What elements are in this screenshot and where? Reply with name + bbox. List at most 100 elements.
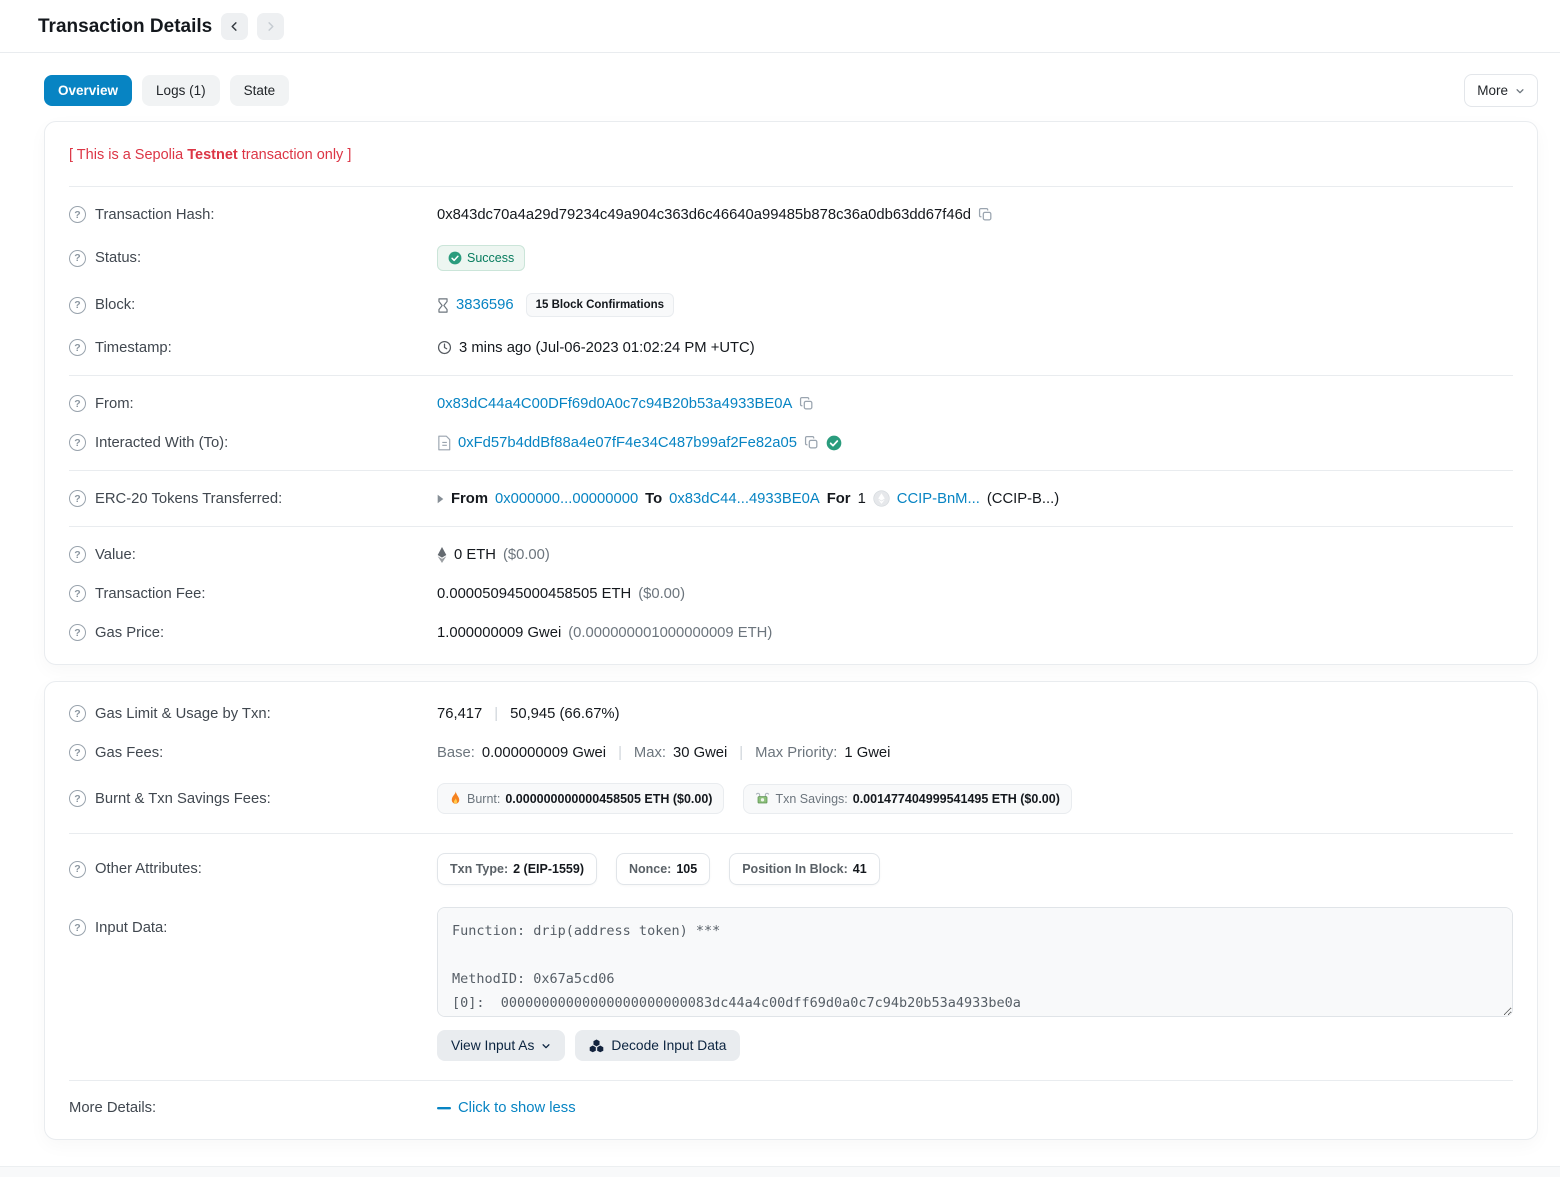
help-icon: ? [69, 339, 86, 356]
token-name-link[interactable]: CCIP-BnM... [897, 491, 980, 507]
gas-limit-value: 76,417 [437, 706, 482, 722]
from-address-link[interactable]: 0x83dC44a4C00DFf69d0A0c7c94B20b53a4933BE… [437, 396, 792, 412]
block-number-link[interactable]: 3836596 [456, 297, 514, 313]
position-in-block-badge: Position In Block: 41 [729, 853, 879, 885]
overview-card: [ This is a Sepolia Testnet transaction … [44, 121, 1538, 665]
notice-bold: Testnet [187, 147, 238, 163]
other-attributes-row: ? Other Attributes: Txn Type: 2 (EIP-155… [69, 842, 1513, 896]
divider [69, 526, 1513, 527]
txn-savings-value: 0.001477404999541495 ETH ($0.00) [853, 792, 1060, 806]
from-row: ? From: 0x83dC44a4C00DFf69d0A0c7c94B20b5… [69, 384, 1513, 423]
testnet-notice: [ This is a Sepolia Testnet transaction … [69, 134, 1513, 178]
help-icon: ? [69, 206, 86, 223]
help-icon: ? [69, 744, 86, 761]
next-transaction-button[interactable] [257, 13, 284, 40]
input-data-label: Input Data: [95, 920, 167, 936]
nonce-badge: Nonce: 105 [616, 853, 710, 885]
more-details-label: More Details: [69, 1100, 156, 1116]
burnt-badge: Burnt: 0.000000000000458505 ETH ($0.00) [437, 783, 724, 814]
chevron-left-icon [229, 21, 240, 32]
notice-suffix: transaction only ] [238, 147, 352, 163]
separator: | [489, 706, 503, 722]
check-circle-icon [448, 251, 462, 265]
transfer-from-label: From [451, 491, 488, 507]
burnt-value: 0.000000000000458505 ETH ($0.00) [505, 792, 712, 806]
status-value: Success [467, 251, 514, 265]
gas-max-label: Max: [634, 745, 666, 761]
gas-price-label: Gas Price: [95, 625, 164, 641]
txn-type-badge: Txn Type: 2 (EIP-1559) [437, 853, 597, 885]
show-less-link[interactable]: Click to show less [458, 1100, 576, 1116]
gas-max-value: 30 Gwei [673, 745, 727, 761]
gas-price-row: ? Gas Price: 1.000000009 Gwei (0.0000000… [69, 613, 1513, 652]
block-confirmations-badge: 15 Block Confirmations [526, 293, 674, 317]
txn-type-label: Txn Type: [450, 862, 508, 876]
token-symbol: (CCIP-B...) [987, 491, 1059, 507]
money-wings-icon [755, 792, 770, 805]
help-icon: ? [69, 861, 86, 878]
interacted-with-row: ? Interacted With (To): 0xFd57b4ddBf88a4… [69, 423, 1513, 462]
flame-icon [449, 791, 462, 806]
transaction-hash-value: 0x843dc70a4a29d79234c49a904c363d6c46640a… [437, 207, 971, 223]
transfer-to-label: To [645, 491, 662, 507]
more-dropdown-button[interactable]: More [1464, 74, 1538, 107]
hourglass-icon [437, 298, 449, 313]
separator: | [613, 745, 627, 761]
divider [69, 186, 1513, 187]
help-icon: ? [69, 250, 86, 267]
page-header: Transaction Details [0, 0, 1560, 53]
copy-icon[interactable] [978, 207, 993, 222]
tab-state[interactable]: State [230, 75, 290, 106]
tab-overview[interactable]: Overview [44, 75, 132, 106]
gas-fees-label: Gas Fees: [95, 745, 163, 761]
divider [69, 375, 1513, 376]
minus-icon [437, 1107, 451, 1110]
tab-logs[interactable]: Logs (1) [142, 75, 220, 106]
value-usd: ($0.00) [503, 547, 550, 563]
interacted-with-address-link[interactable]: 0xFd57b4ddBf88a4e07fF4e34C487b99af2Fe82a… [458, 435, 797, 451]
decode-input-data-label: Decode Input Data [611, 1038, 726, 1053]
copy-icon[interactable] [799, 396, 814, 411]
position-in-block-label: Position In Block: [742, 862, 848, 876]
nonce-value: 105 [676, 862, 697, 876]
gas-base-value: 0.000000009 Gwei [482, 745, 606, 761]
decode-input-data-button[interactable]: Decode Input Data [575, 1030, 740, 1061]
gas-max-priority-label: Max Priority: [755, 745, 837, 761]
help-icon: ? [69, 919, 86, 936]
caret-right-icon [437, 494, 444, 504]
notice-prefix: [ This is a Sepolia [69, 147, 187, 163]
view-input-as-label: View Input As [451, 1038, 534, 1053]
boxes-icon [589, 1039, 604, 1053]
eth-icon [437, 547, 447, 563]
value-label: Value: [95, 547, 136, 563]
erc20-transfers-label: ERC-20 Tokens Transferred: [95, 491, 282, 507]
copy-icon[interactable] [804, 435, 819, 450]
help-icon: ? [69, 395, 86, 412]
divider [69, 833, 1513, 834]
txn-savings-badge: Txn Savings: 0.001477404999541495 ETH ($… [743, 784, 1071, 814]
gas-usage-value: 50,945 (66.67%) [510, 706, 619, 722]
input-data-textarea[interactable]: Function: drip(address token) *** Method… [437, 907, 1513, 1017]
status-row: ? Status: Success [69, 234, 1513, 282]
gas-limit-row: ? Gas Limit & Usage by Txn: 76,417 | 50,… [69, 694, 1513, 733]
page-title: Transaction Details [38, 16, 212, 38]
block-label: Block: [95, 297, 135, 313]
details-card: ? Gas Limit & Usage by Txn: 76,417 | 50,… [44, 681, 1538, 1140]
transaction-hash-row: ? Transaction Hash: 0x843dc70a4a29d79234… [69, 195, 1513, 234]
timestamp-value: 3 mins ago (Jul-06-2023 01:02:24 PM +UTC… [459, 340, 755, 356]
erc20-transfers-row: ? ERC-20 Tokens Transferred: From 0x0000… [69, 479, 1513, 518]
transfer-to-address-link[interactable]: 0x83dC44...4933BE0A [669, 491, 820, 507]
burnt-fees-label: Burnt & Txn Savings Fees: [95, 791, 271, 807]
transfer-from-address-link[interactable]: 0x000000...00000000 [495, 491, 638, 507]
view-input-as-button[interactable]: View Input As [437, 1030, 565, 1061]
gas-max-priority-value: 1 Gwei [844, 745, 890, 761]
burnt-label: Burnt: [467, 792, 500, 806]
help-icon: ? [69, 490, 86, 507]
gas-limit-label: Gas Limit & Usage by Txn: [95, 706, 271, 722]
prev-transaction-button[interactable] [221, 13, 248, 40]
timestamp-row: ? Timestamp: 3 mins ago (Jul-06-2023 01:… [69, 328, 1513, 367]
gas-price-eth: (0.000000001000000009 ETH) [568, 625, 772, 641]
value-row: ? Value: 0 ETH ($0.00) [69, 535, 1513, 574]
help-icon: ? [69, 790, 86, 807]
divider [69, 1080, 1513, 1081]
